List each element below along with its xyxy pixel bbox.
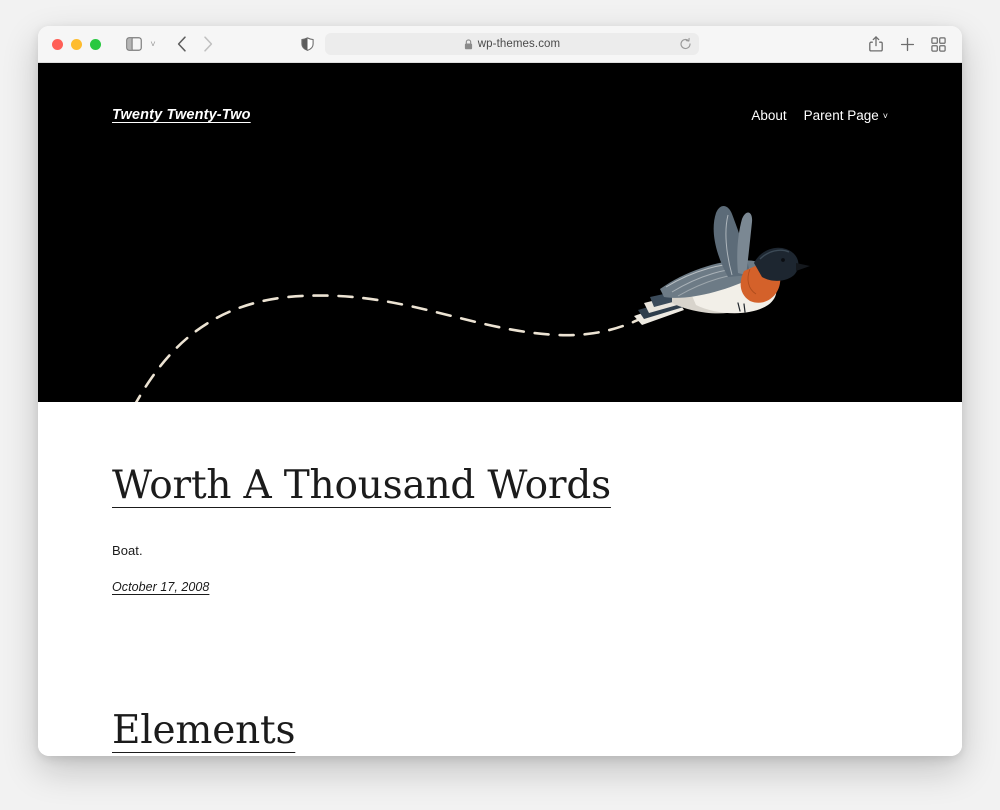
reader-mode-icon[interactable]	[301, 37, 314, 51]
nav-item-about-label: About	[751, 107, 787, 123]
maximize-window-button[interactable]	[90, 38, 101, 50]
share-icon[interactable]	[866, 32, 886, 56]
post-item: Worth A Thousand Words Boat. October 17,…	[112, 463, 888, 596]
nav-item-about[interactable]: About	[751, 108, 786, 123]
toolbar-right-actions	[866, 32, 948, 56]
browser-toolbar: ˅ wp-themes.com	[38, 26, 962, 63]
address-bar-content: wp-themes.com	[464, 38, 560, 50]
site-navigation: About Parent Page ˅	[751, 108, 888, 123]
post-title-link[interactable]: Elements	[112, 708, 888, 754]
flight-path-dashed-curve	[134, 294, 665, 402]
spacer-top	[112, 402, 888, 464]
page-content: Worth A Thousand Words Boat. October 17,…	[38, 402, 962, 754]
reload-icon[interactable]	[679, 37, 692, 51]
post-date-link[interactable]: October 17, 2008	[112, 580, 209, 594]
sidebar-toggle-group: ˅	[121, 32, 159, 56]
address-bar[interactable]: wp-themes.com	[325, 33, 699, 55]
post-item: Elements	[112, 708, 888, 754]
minimize-window-button[interactable]	[71, 38, 82, 50]
post-title-link[interactable]: Worth A Thousand Words	[112, 463, 888, 509]
site-title[interactable]: Twenty Twenty-Two	[112, 107, 251, 123]
sidebar-icon[interactable]	[121, 32, 147, 56]
page-viewport: Twenty Twenty-Two About Parent Page ˅ Wo…	[38, 63, 962, 756]
spacer-between-posts	[112, 596, 888, 709]
chevron-down-icon[interactable]: ˅	[883, 111, 888, 121]
address-bar-group: wp-themes.com	[301, 33, 699, 55]
window-traffic-lights	[52, 38, 101, 50]
bird-figure	[634, 205, 810, 325]
lock-icon	[464, 38, 473, 50]
navigation-buttons	[169, 32, 221, 56]
site-hero: Twenty Twenty-Two About Parent Page ˅	[38, 63, 962, 402]
close-window-button[interactable]	[52, 38, 63, 50]
back-chevron-left-icon[interactable]	[169, 32, 195, 56]
nav-item-parent-page-label: Parent Page	[803, 107, 879, 123]
spacer-excerpt-date	[112, 558, 888, 578]
spacer-title-excerpt	[112, 509, 888, 543]
forward-chevron-right-icon[interactable]	[195, 32, 221, 56]
tab-overview-icon[interactable]	[928, 32, 948, 56]
sidebar-dropdown-chevron-down-icon[interactable]: ˅	[147, 39, 159, 49]
browser-window: ˅ wp-themes.com Twenty Twenty-Two About …	[38, 26, 962, 756]
site-header: Twenty Twenty-Two About Parent Page ˅	[38, 63, 962, 123]
address-bar-url: wp-themes.com	[477, 38, 561, 50]
new-tab-plus-icon[interactable]	[897, 32, 917, 56]
post-excerpt: Boat.	[112, 542, 143, 558]
nav-item-parent-page[interactable]: Parent Page ˅	[804, 108, 888, 123]
